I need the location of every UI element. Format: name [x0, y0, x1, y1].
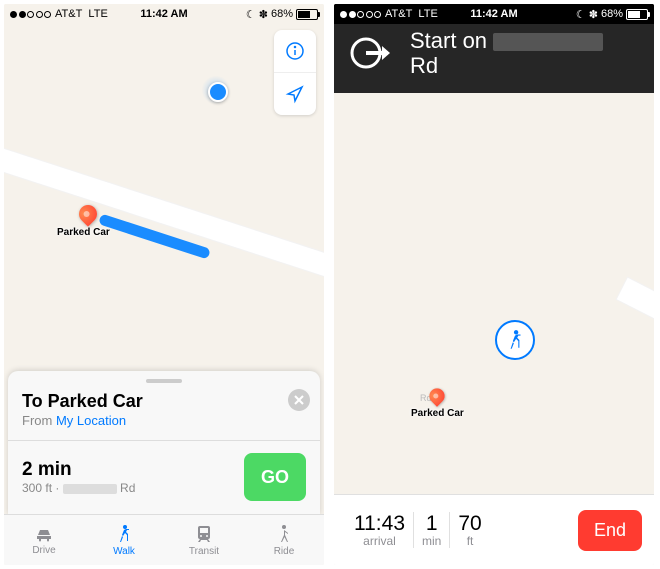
signal-dots-icon: [340, 11, 381, 18]
tab-walk[interactable]: Walk: [84, 515, 164, 565]
carrier-label: AT&T: [55, 8, 82, 20]
route-card[interactable]: To Parked Car From My Location 2 min 300…: [8, 371, 320, 515]
banner-suffix: Rd: [410, 53, 438, 78]
current-location-dot: [208, 82, 228, 102]
user-heading-icon: [495, 320, 535, 360]
turn-right-icon: [346, 28, 396, 78]
feet-value: 70: [458, 512, 481, 536]
tab-ride[interactable]: Ride: [244, 515, 324, 565]
tab-ride-label: Ride: [274, 546, 295, 557]
tab-drive-label: Drive: [32, 545, 55, 556]
minutes-value: 1: [422, 512, 441, 536]
network-label: LTE: [88, 8, 107, 20]
card-title: To Parked Car: [22, 391, 306, 412]
battery-icon: [626, 9, 648, 20]
battery-percent: 68%: [601, 8, 623, 20]
battery-icon: [296, 9, 318, 20]
end-button[interactable]: End: [578, 510, 642, 551]
do-not-disturb-icon: ☾: [576, 8, 586, 21]
tab-transit[interactable]: Transit: [164, 515, 244, 565]
parked-car-pin[interactable]: [75, 201, 100, 226]
arrival-stat: 11:43 arrival: [346, 512, 413, 548]
screen-route-preview: Parked Car AT&T LTE 11:42 AM ☾ ✽ 68%: [4, 4, 324, 565]
navigation-footer: 11:43 arrival 1 min 70 ft End: [334, 494, 654, 565]
road-suffix: Rd: [120, 481, 135, 495]
go-button[interactable]: GO: [244, 453, 306, 501]
redacted-road-name: [493, 33, 603, 51]
parked-car-pin-label: Parked Car: [411, 408, 464, 419]
parked-car-pin[interactable]: [426, 385, 448, 407]
distance-value: 300 ft ·: [22, 481, 63, 495]
status-bar: AT&T LTE 11:42 AM ☾ ✽ 68%: [334, 4, 654, 24]
tab-transit-label: Transit: [189, 546, 219, 557]
minutes-stat: 1 min: [414, 512, 449, 548]
redacted-road-name: [63, 484, 117, 494]
feet-label: ft: [458, 534, 481, 548]
feet-stat: 70 ft: [450, 512, 489, 548]
close-button[interactable]: [288, 389, 310, 411]
battery-percent: 68%: [271, 8, 293, 20]
map-controls: [274, 30, 316, 115]
bluetooth-icon: ✽: [259, 8, 268, 21]
card-grabber[interactable]: [146, 379, 182, 383]
bluetooth-icon: ✽: [589, 8, 598, 21]
screen-navigation-active: Rd Parked Car Start on Rd AT&T LTE 11: [334, 4, 654, 565]
signal-dots-icon: [10, 11, 51, 18]
carrier-label: AT&T: [385, 8, 412, 20]
tab-drive[interactable]: Drive: [4, 515, 84, 565]
arrival-label: arrival: [354, 534, 405, 548]
network-label: LTE: [418, 8, 437, 20]
status-bar: AT&T LTE 11:42 AM ☾ ✽ 68%: [4, 4, 324, 24]
transport-tabbar: Drive Walk Transit Ride: [4, 514, 324, 565]
arrival-value: 11:43: [354, 512, 405, 536]
info-button[interactable]: [274, 30, 316, 72]
locate-button[interactable]: [274, 72, 316, 115]
from-label: From: [22, 413, 52, 428]
banner-prefix: Start on: [410, 28, 493, 53]
eta-value: 2 min: [22, 459, 135, 481]
minutes-label: min: [422, 534, 441, 548]
tab-walk-label: Walk: [113, 546, 135, 557]
do-not-disturb-icon: ☾: [246, 8, 256, 21]
from-location-link[interactable]: My Location: [56, 413, 126, 428]
parked-car-pin-label: Parked Car: [57, 227, 110, 238]
